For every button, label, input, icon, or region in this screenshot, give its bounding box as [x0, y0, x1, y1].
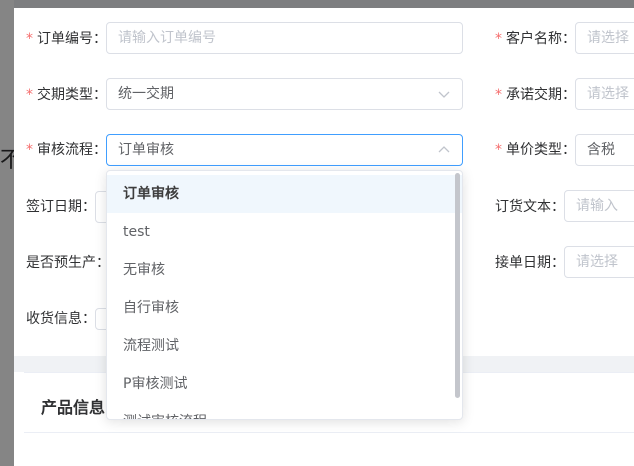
delivery-type-value: 统一交期: [118, 86, 174, 102]
dropdown-list: 订单审核 test 无审核 自行审核 流程测试 P审核测试 测试审核流程: [107, 175, 462, 419]
dropdown-option[interactable]: 流程测试: [107, 327, 462, 365]
dropdown-scrollbar[interactable]: [455, 173, 460, 398]
chevron-up-icon: [438, 144, 450, 156]
customer-select[interactable]: 请选择: [575, 22, 634, 54]
price-type-label: * 单价类型：: [495, 142, 576, 158]
accept-date-label: 接单日期：: [495, 255, 565, 271]
review-flow-label: * 审核流程：: [26, 142, 107, 158]
product-card-title: 产品信息: [41, 398, 106, 417]
dropdown-option[interactable]: 测试审核流程: [107, 403, 462, 419]
sign-date-label: 签订日期：: [26, 199, 96, 215]
chevron-down-icon: [438, 88, 450, 100]
promised-date-input[interactable]: 请选择: [575, 78, 634, 110]
delivery-type-label: * 交期类型：: [26, 87, 107, 103]
order-no-label: * 订单编号：: [26, 31, 107, 47]
customer-label: * 客户名称：: [495, 31, 576, 47]
receive-info-label: 收货信息：: [26, 311, 96, 327]
dropdown-option[interactable]: 无审核: [107, 251, 462, 289]
pre-production-label: 是否预生产：: [26, 255, 110, 271]
delivery-type-select[interactable]: 统一交期: [106, 78, 463, 110]
review-flow-dropdown: 订单审核 test 无审核 自行审核 流程测试 P审核测试 测试审核流程: [106, 170, 463, 420]
order-text-input[interactable]: 请输入: [564, 190, 634, 222]
price-type-select[interactable]: 含税: [575, 134, 634, 166]
dropdown-option[interactable]: test: [107, 213, 462, 251]
review-flow-select[interactable]: 订单审核: [106, 134, 463, 166]
accept-date-input[interactable]: 请选择: [564, 246, 634, 278]
dropdown-option[interactable]: 自行审核: [107, 289, 462, 327]
review-flow-value: 订单审核: [118, 142, 174, 158]
dropdown-option[interactable]: 订单审核: [107, 175, 462, 213]
promised-date-label: * 承诺交期：: [495, 87, 576, 103]
order-text-label: 订货文本：: [495, 199, 565, 215]
dropdown-option[interactable]: P审核测试: [107, 365, 462, 403]
order-no-input[interactable]: 请输入订单编号: [106, 22, 463, 54]
